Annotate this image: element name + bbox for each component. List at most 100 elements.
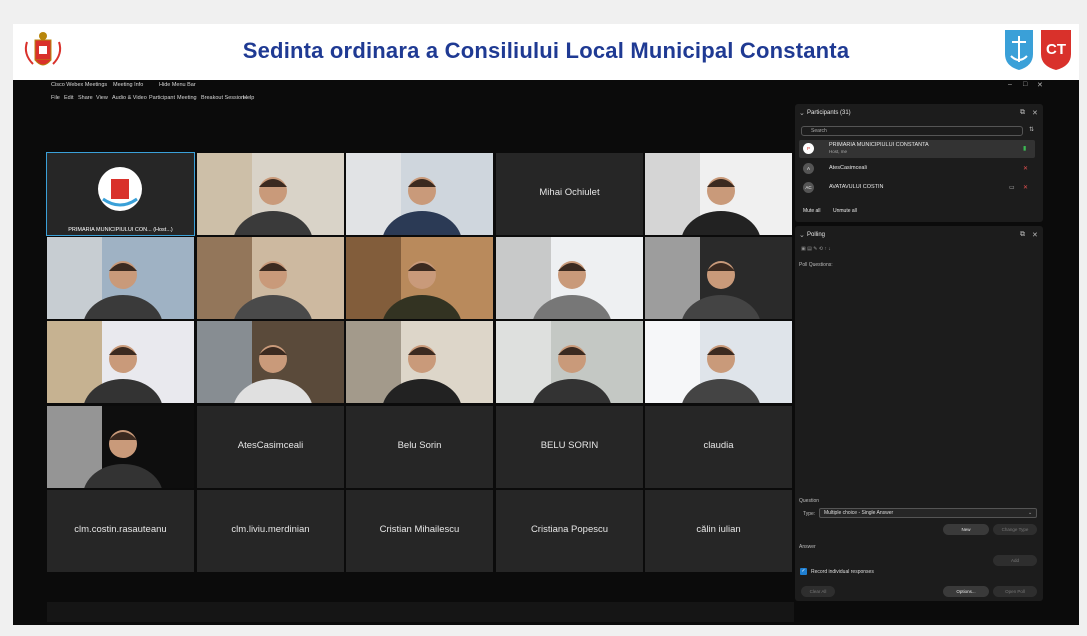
video-tile-name-only[interactable]: clm.costin.rasauteanu xyxy=(47,490,194,572)
video-tile[interactable] xyxy=(346,153,493,235)
participant-row[interactable]: AC AVATAVULUI COSTIN ▭ ✕ xyxy=(799,179,1035,197)
mic-muted-icon[interactable]: ✕ xyxy=(1023,165,1028,172)
maximize-icon[interactable]: □ xyxy=(1023,81,1027,88)
minimize-icon[interactable]: – xyxy=(1008,81,1012,88)
change-type-button[interactable]: Change Type xyxy=(993,524,1037,535)
participant-video-feed xyxy=(197,237,344,319)
menu-view[interactable]: View xyxy=(96,95,108,101)
participant-row[interactable]: A AtesCasimceali ✕ xyxy=(799,160,1035,178)
meeting-banner: Sedinta ordinara a Consiliului Local Mun… xyxy=(13,24,1079,80)
mic-on-icon[interactable]: ▮ xyxy=(1023,145,1026,152)
question-type-value: Multiple choice - Single Answer xyxy=(824,510,894,516)
menu-audio-video[interactable]: Audio & Video xyxy=(112,95,147,101)
menu-edit[interactable]: Edit xyxy=(64,95,73,101)
participants-header: Participants (31) xyxy=(807,110,851,116)
participant-tile-name: Mihai Ochiulet xyxy=(539,187,600,198)
video-tile-host[interactable]: PRIMARIA MUNICIPIULUI CON... (Host...) xyxy=(46,152,195,236)
open-poll-button[interactable]: Open Poll xyxy=(993,586,1037,597)
participant-video-feed xyxy=(645,321,792,403)
hide-menu-bar-button[interactable]: Hide Menu Bar xyxy=(159,82,196,88)
unmute-all-button[interactable]: Unmute all xyxy=(833,208,857,214)
banner-title: Sedinta ordinara a Consiliului Local Mun… xyxy=(242,38,850,63)
video-tile[interactable] xyxy=(645,321,792,403)
video-tile-name-only[interactable]: BELU SORIN xyxy=(496,406,643,488)
participant-video-feed xyxy=(645,153,792,235)
bottom-control-bar xyxy=(47,602,794,622)
question-label: Question xyxy=(799,498,820,504)
title-bar: Cisco Webex Meetings Meeting Info Hide M… xyxy=(13,80,1079,93)
video-tile-name-only[interactable]: Cristiana Popescu xyxy=(496,490,643,572)
tile-caption: PRIMARIA MUNICIPIULUI CON... (Host...) xyxy=(68,227,173,233)
avatar: AC xyxy=(803,182,814,193)
video-tile[interactable] xyxy=(645,237,792,319)
video-tile[interactable] xyxy=(197,321,344,403)
participant-tile-name: Cristiana Popescu xyxy=(530,524,609,535)
new-question-button[interactable]: New xyxy=(943,524,989,535)
close-icon[interactable]: ✕ xyxy=(1037,81,1043,89)
video-tile[interactable] xyxy=(47,237,194,319)
participant-tile-name: călin iulian xyxy=(696,524,741,535)
participant-search-input[interactable]: Search xyxy=(801,126,1023,136)
participant-tile-name: Belu Sorin xyxy=(397,440,442,451)
video-tile[interactable] xyxy=(47,321,194,403)
participant-row[interactable]: P PRIMARIA MUNICIPIULUI CONSTANTA Host, … xyxy=(799,140,1035,158)
record-responses-checkbox[interactable]: ✓ xyxy=(800,568,807,575)
chevron-down-icon: ⌄ xyxy=(1028,510,1033,516)
video-tile[interactable] xyxy=(346,321,493,403)
mute-all-button[interactable]: Mute all xyxy=(803,208,821,214)
participant-name: AtesCasimceali xyxy=(829,165,867,171)
video-tile-name-only[interactable]: claudia xyxy=(645,406,792,488)
meeting-info-button[interactable]: Meeting Info xyxy=(113,82,143,88)
participant-video-feed xyxy=(496,237,643,319)
sort-icon[interactable]: ⇅ xyxy=(1029,126,1034,133)
video-tile[interactable] xyxy=(346,237,493,319)
answer-label: Answer xyxy=(799,544,816,550)
close-panel-icon[interactable]: ✕ xyxy=(1032,231,1038,239)
popout-icon[interactable]: ⧉ xyxy=(1020,231,1025,239)
polling-panel: ⌄ Polling ⧉ ✕ ▣ ▤ ✎ ⟲ ↑ ↓ Poll Questions… xyxy=(795,226,1043,601)
svg-text:CT: CT xyxy=(1046,41,1066,58)
video-tile[interactable] xyxy=(496,321,643,403)
polling-toolbar-icons[interactable]: ▣ ▤ ✎ ⟲ ↑ ↓ xyxy=(801,246,831,252)
mic-muted-icon[interactable]: ✕ xyxy=(1023,184,1028,191)
menu-participant[interactable]: Participant xyxy=(149,95,175,101)
chevron-down-icon[interactable]: ⌄ xyxy=(799,109,805,117)
participant-video-feed xyxy=(346,153,493,235)
participant-video-feed xyxy=(47,237,194,319)
ct-shield-icon: CT xyxy=(1041,30,1071,70)
video-tile-name-only[interactable]: AtesCasimceali xyxy=(197,406,344,488)
participant-video-feed xyxy=(346,237,493,319)
options-button[interactable]: Options... xyxy=(943,586,989,597)
video-tile[interactable] xyxy=(496,237,643,319)
popout-icon[interactable]: ⧉ xyxy=(1020,109,1025,117)
record-responses-label: Record individual responses xyxy=(811,569,874,575)
search-placeholder: Search xyxy=(811,128,827,134)
participant-role: Host, me xyxy=(829,149,848,154)
video-tile[interactable] xyxy=(197,237,344,319)
close-panel-icon[interactable]: ✕ xyxy=(1032,109,1038,117)
video-tile[interactable] xyxy=(47,406,194,488)
chevron-down-icon[interactable]: ⌄ xyxy=(799,231,805,239)
video-tile[interactable] xyxy=(197,153,344,235)
menu-help[interactable]: Help xyxy=(243,95,254,101)
add-answer-button[interactable]: Add xyxy=(993,555,1037,566)
participant-tile-name: claudia xyxy=(703,440,734,451)
participants-panel: ⌄ Participants (31) ⧉ ✕ Search ⇅ P PRIMA… xyxy=(795,104,1043,222)
video-tile-name-only[interactable]: Cristian Mihailescu xyxy=(346,490,493,572)
webex-window: Cisco Webex Meetings Meeting Info Hide M… xyxy=(13,80,1079,625)
video-tile-name-only[interactable]: Belu Sorin xyxy=(346,406,493,488)
participant-name: AVATAVULUI COSTIN xyxy=(829,184,884,190)
clear-all-button[interactable]: Clear All xyxy=(801,586,835,597)
video-tile-name-only[interactable]: clm.liviu.merdinian xyxy=(197,490,344,572)
menu-share[interactable]: Share xyxy=(78,95,93,101)
anchor-shield-icon xyxy=(1005,30,1033,70)
participant-tile-name: BELU SORIN xyxy=(540,440,599,451)
menu-meeting[interactable]: Meeting xyxy=(177,95,197,101)
video-tile-name-only[interactable]: călin iulian xyxy=(645,490,792,572)
app-name: Cisco Webex Meetings xyxy=(51,82,108,88)
menu-file[interactable]: File xyxy=(51,95,60,101)
video-tile[interactable] xyxy=(645,153,792,235)
question-type-select[interactable]: Multiple choice - Single Answer ⌄ xyxy=(819,508,1037,518)
menu-breakout-sessions[interactable]: Breakout Sessions xyxy=(201,95,247,101)
video-tile-name-only[interactable]: Mihai Ochiulet xyxy=(496,153,643,235)
